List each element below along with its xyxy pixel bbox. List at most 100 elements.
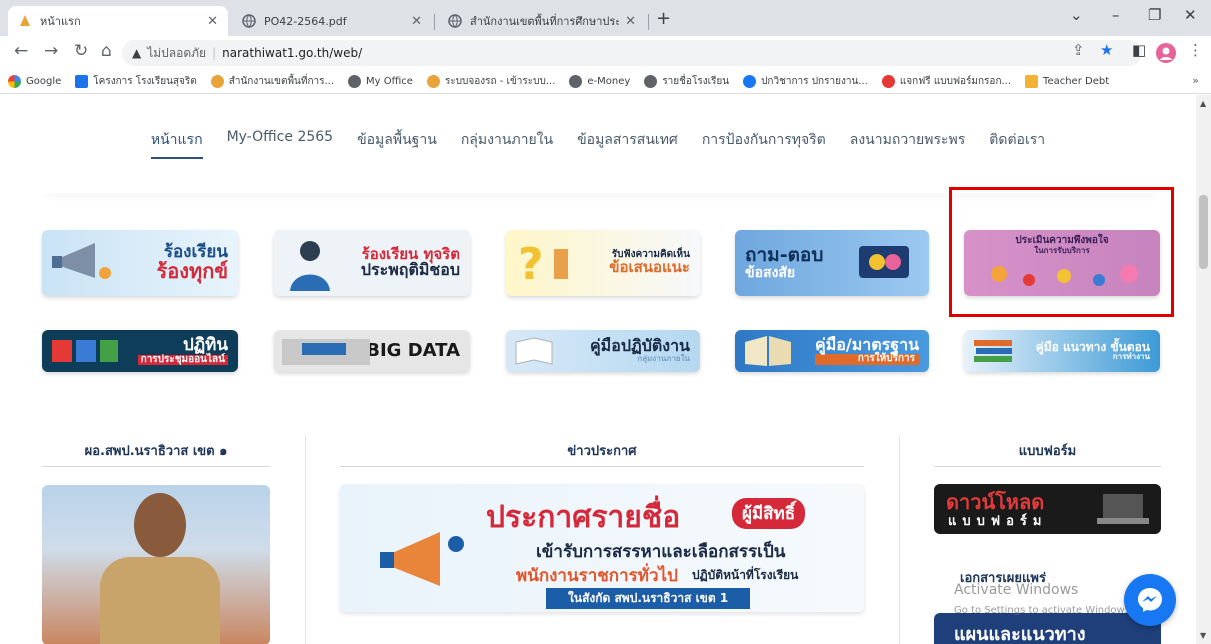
facebook-icon (743, 75, 757, 88)
side-panel-icon[interactable]: ◧ (1132, 41, 1146, 59)
banner-standard-manual[interactable]: คู่มือ/มาตรฐาน การให้บริการ (735, 330, 929, 372)
banner-text: คู่มือ แนวทาง ขั้นตอน การทำงาน (1036, 340, 1150, 362)
banner-guideline[interactable]: คู่มือ แนวทาง ขั้นตอน การทำงาน (964, 330, 1160, 372)
banner-text: คู่มือปฏิบัติงาน กลุ่มงานภายใน (589, 336, 690, 364)
nav-internal-groups[interactable]: กลุ่มงานภายใน (461, 129, 553, 159)
page-scrollbar[interactable]: ▲ ▼ (1196, 95, 1211, 644)
banner-big-data[interactable]: BIG DATA (274, 330, 470, 372)
bookmark-star-icon[interactable]: ★ (1100, 41, 1113, 59)
download-forms-button[interactable]: ดาวน์โหลด แบบฟอร์ม (934, 484, 1161, 534)
tab-pdf[interactable]: PO42-2564.pdf ✕ (232, 6, 432, 36)
news-badge: ผู้มีสิทธิ์ (732, 498, 806, 529)
tab-office[interactable]: สำนักงานเขตพื้นที่การศึกษาประถมศึก ✕ (438, 6, 646, 36)
laptop-icon (1097, 494, 1149, 524)
bookmark-item[interactable]: โครงการ โรงเรียนสุจริต (75, 74, 197, 89)
banner-line2: การให้บริการ (815, 354, 919, 365)
bookmark-item[interactable]: Teacher Debt (1025, 75, 1109, 88)
banner-line2: ข้อเสนอแนะ (609, 258, 690, 277)
bookmark-item[interactable]: รายชื่อโรงเรียน (644, 74, 729, 89)
banner-line1: ปฏิทิน (182, 334, 228, 355)
director-title: ผอ.สพป.นราธิวาส เขต ๑ (84, 444, 228, 459)
messenger-chat-button[interactable] (1124, 574, 1176, 626)
close-icon[interactable]: ✕ (411, 14, 422, 29)
banner-line2: กลุ่มงานภายใน (637, 354, 690, 364)
calendar-icon (52, 340, 118, 362)
nav-information[interactable]: ข้อมูลสารสนเทศ (577, 129, 678, 159)
news-line4: ในสังกัด สพป.นราธิวาส เขต 1 (546, 588, 751, 609)
reload-icon[interactable]: ↻ (74, 41, 88, 61)
bookmark-item[interactable]: ระบบจองรถ - เข้าระบบ... (426, 74, 555, 89)
bookmark-label: Teacher Debt (1043, 76, 1110, 87)
google-icon (8, 75, 21, 88)
forward-icon[interactable]: → (44, 41, 58, 61)
restore-icon[interactable]: ❐ (1148, 6, 1161, 24)
new-tab-button[interactable]: + (656, 8, 671, 29)
nav-basic-info[interactable]: ข้อมูลพื้นฐาน (357, 129, 437, 159)
news-banner[interactable]: ประกาศรายชื่อ ผู้มีสิทธิ์ เข้ารับการสรรห… (340, 484, 864, 612)
close-icon[interactable]: ✕ (625, 14, 636, 29)
warning-icon[interactable]: ▲ (132, 46, 141, 60)
nav-my-office[interactable]: My-Office 2565 (227, 129, 334, 159)
photo-head (134, 493, 186, 557)
tab-home[interactable]: หน้าแรก ✕ (8, 6, 228, 36)
banner-line1: คู่มือปฏิบัติงาน (589, 336, 690, 356)
globe-icon (348, 75, 362, 88)
plan-banner[interactable]: แผนและแนวทาง (934, 613, 1161, 644)
menu-kebab-icon[interactable]: ⋮ (1188, 41, 1203, 59)
share-icon[interactable]: ⇪ (1072, 41, 1085, 59)
scrollbar-thumb[interactable] (1199, 195, 1208, 269)
nav-home[interactable]: หน้าแรก (150, 129, 203, 159)
banner-qa[interactable]: ถาม-ตอบ ข้อสงสัย (735, 230, 929, 296)
tab-title: PO42-2564.pdf (264, 14, 347, 28)
scroll-up-icon[interactable]: ▲ (1200, 99, 1206, 108)
banner-complaint[interactable]: ร้องเรียน ร้องทุกข์ (42, 230, 238, 296)
photo-body (100, 557, 220, 644)
profile-avatar-icon[interactable] (1156, 43, 1176, 63)
home-icon[interactable]: ⌂ (101, 41, 112, 61)
bookmark-item[interactable]: e-Money (569, 75, 630, 88)
scroll-down-icon[interactable]: ▼ (1200, 631, 1206, 640)
bookmark-label: My Office (366, 76, 413, 87)
bookmark-item[interactable]: ปกวิชาการ ปกรายงาน... (743, 74, 868, 89)
banner-corruption[interactable]: ร้องเรียน ทุจริต ประพฤติมิชอบ (274, 230, 470, 296)
qa-bubble-icon (859, 246, 909, 278)
globe-icon (242, 14, 256, 28)
url-text: narathiwat1.go.th/web/ (222, 46, 363, 60)
tab-strip: หน้าแรก ✕ PO42-2564.pdf ✕ สำนักงานเขตพื้… (0, 0, 1211, 36)
svg-text:?: ? (518, 239, 544, 290)
bookmark-google[interactable]: Google (8, 75, 61, 88)
window-close-icon[interactable]: ✕ (1184, 6, 1197, 24)
minimize-icon[interactable]: – (1112, 6, 1120, 24)
bookmark-label: ปกวิชาการ ปกรายงาน... (761, 76, 868, 87)
banner-text: BIG DATA (366, 341, 460, 361)
nav-anti-corruption[interactable]: การป้องกันการทุจริต (702, 129, 826, 159)
bookmarks-overflow-button[interactable]: » (1192, 74, 1199, 87)
tab-title: หน้าแรก (40, 15, 81, 28)
globe-icon (448, 14, 462, 28)
megaphone-icon (380, 532, 464, 586)
school-logo-icon (426, 75, 440, 88)
browser-toolbar: ← → ↻ ⌂ ▲ ไม่ปลอดภัย | narathiwat1.go.th… (0, 36, 1211, 70)
bookmark-item[interactable]: แจกฟรี แบบฟอร์มกรอก... (881, 74, 1011, 89)
close-icon[interactable]: ✕ (207, 14, 218, 29)
banner-feedback[interactable]: ? รับฟังความคิดเห็น ข้อเสนอแนะ (506, 230, 700, 296)
back-icon[interactable]: ← (14, 41, 28, 61)
divider (42, 466, 270, 467)
tab-search-icon[interactable]: ⌄ (1070, 6, 1083, 24)
banner-calendar[interactable]: ปฏิทิน การประชุมออนไลน์ (42, 330, 238, 372)
forms-title: แบบฟอร์ม (1018, 444, 1077, 459)
nav-royal-blessing[interactable]: ลงนามถวายพระพร (850, 129, 966, 159)
megaphone-icon (52, 243, 111, 279)
browser-window: หน้าแรก ✕ PO42-2564.pdf ✕ สำนักงานเขตพื้… (0, 0, 1211, 644)
tab-separator (434, 14, 435, 30)
address-bar[interactable]: ▲ ไม่ปลอดภัย | narathiwat1.go.th/web/ (122, 40, 1142, 66)
plan-text: แผนและแนวทาง (954, 624, 1086, 644)
column-separator (305, 435, 306, 644)
tab-separator (648, 14, 649, 30)
banner-line2: การทำงาน (1112, 352, 1150, 362)
bookmark-item[interactable]: My Office (348, 75, 413, 88)
security-label: ไม่ปลอดภัย (147, 45, 207, 60)
bookmark-item[interactable]: สำนักงานเขตพื้นที่การ... (210, 74, 334, 89)
nav-contact[interactable]: ติดต่อเรา (989, 129, 1045, 159)
banner-manual-work[interactable]: คู่มือปฏิบัติงาน กลุ่มงานภายใน (506, 330, 700, 372)
